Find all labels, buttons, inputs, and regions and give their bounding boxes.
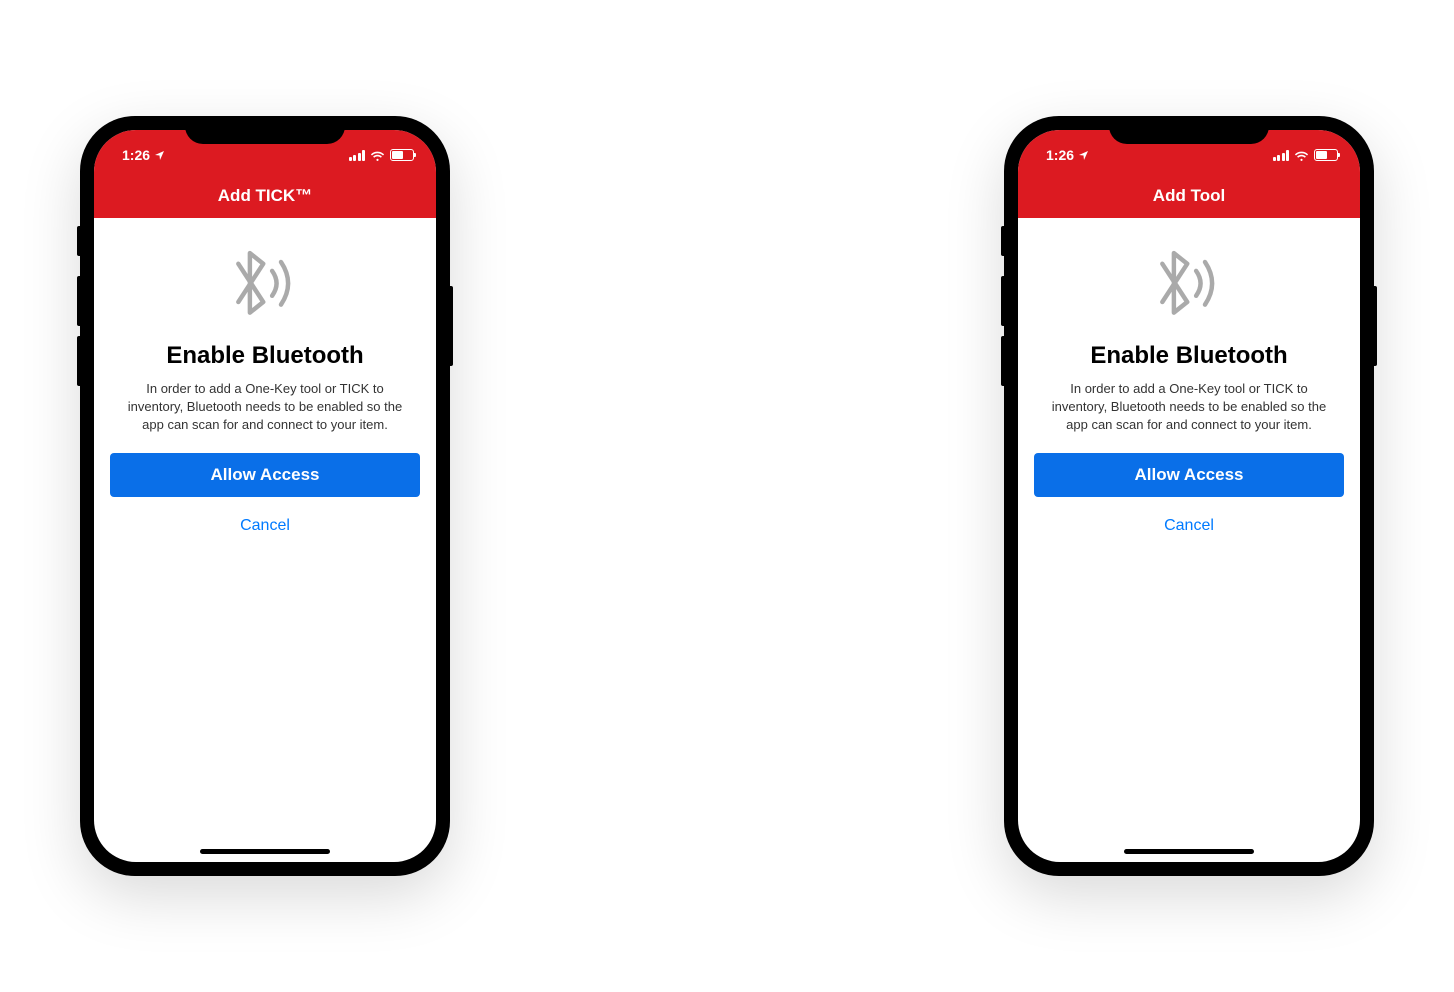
allow-access-button[interactable]: Allow Access: [110, 453, 420, 497]
cellular-signal-icon: [1273, 150, 1290, 161]
nav-bar: Add TICK™: [94, 174, 436, 218]
wifi-icon: [1294, 150, 1309, 161]
phone-screen: 1:26 Add TICK™: [94, 130, 436, 862]
phone-screen: 1:26 Add Tool: [1018, 130, 1360, 862]
allow-access-button[interactable]: Allow Access: [1034, 453, 1344, 497]
status-bar-right: [1273, 149, 1339, 161]
bluetooth-description: In order to add a One-Key tool or TICK t…: [110, 380, 420, 435]
enable-bluetooth-heading: Enable Bluetooth: [1034, 342, 1344, 370]
battery-icon: [390, 149, 414, 161]
power-button: [450, 286, 453, 366]
bluetooth-broadcast-icon: [1144, 246, 1234, 326]
power-button: [1374, 286, 1377, 366]
content-area: Enable Bluetooth In order to add a One-K…: [1018, 218, 1360, 567]
cancel-button[interactable]: Cancel: [110, 505, 420, 547]
status-time: 1:26: [122, 147, 150, 163]
bluetooth-broadcast-icon: [220, 246, 310, 326]
status-bar-left: 1:26: [122, 147, 166, 163]
status-bar-right: [349, 149, 415, 161]
volume-up-button: [77, 276, 80, 326]
volume-up-button: [1001, 276, 1004, 326]
volume-down-button: [77, 336, 80, 386]
home-indicator[interactable]: [200, 849, 330, 854]
nav-title: Add Tool: [1153, 186, 1225, 206]
phone-notch: [1109, 116, 1269, 144]
wifi-icon: [370, 150, 385, 161]
location-icon: [154, 149, 166, 161]
enable-bluetooth-heading: Enable Bluetooth: [110, 342, 420, 370]
nav-title: Add TICK™: [218, 186, 312, 206]
phone-frame-right: 1:26 Add Tool: [1004, 116, 1374, 876]
status-time: 1:26: [1046, 147, 1074, 163]
cancel-button[interactable]: Cancel: [1034, 505, 1344, 547]
content-area: Enable Bluetooth In order to add a One-K…: [94, 218, 436, 567]
phone-frame-left: 1:26 Add TICK™: [80, 116, 450, 876]
home-indicator[interactable]: [1124, 849, 1254, 854]
cellular-signal-icon: [349, 150, 366, 161]
nav-bar: Add Tool: [1018, 174, 1360, 218]
phone-notch: [185, 116, 345, 144]
status-bar-left: 1:26: [1046, 147, 1090, 163]
mute-switch: [77, 226, 80, 256]
location-icon: [1078, 149, 1090, 161]
volume-down-button: [1001, 336, 1004, 386]
bluetooth-description: In order to add a One-Key tool or TICK t…: [1034, 380, 1344, 435]
mute-switch: [1001, 226, 1004, 256]
battery-icon: [1314, 149, 1338, 161]
